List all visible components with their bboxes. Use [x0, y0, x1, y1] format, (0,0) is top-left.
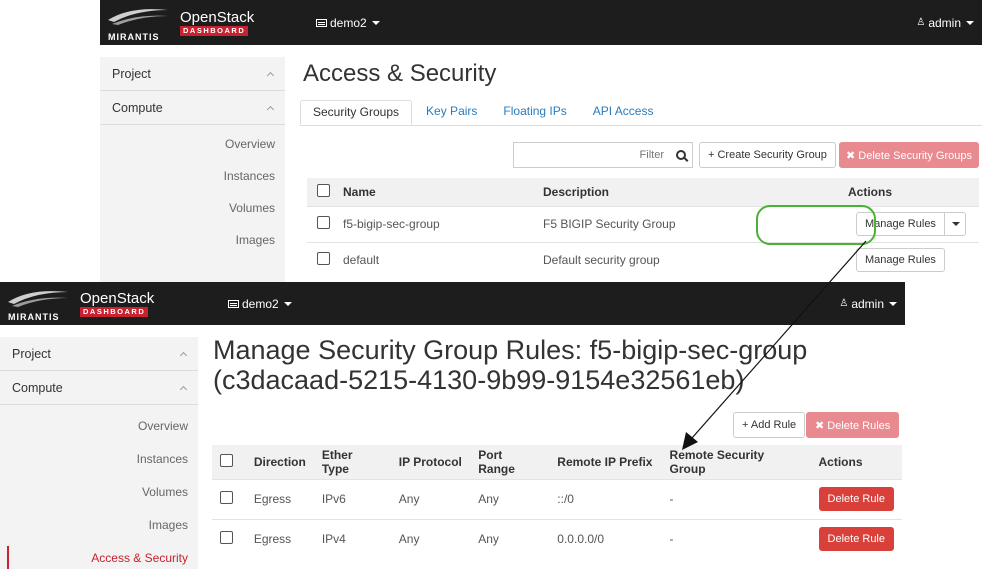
annotation-arrow [682, 240, 867, 450]
